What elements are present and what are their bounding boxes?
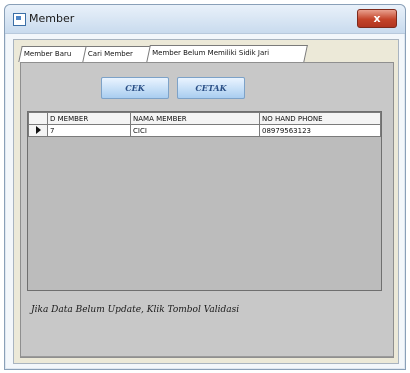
tab-label: Cari Member — [87, 50, 133, 58]
member-grid[interactable]: D MEMBER NAMA MEMBER NO HAND PHONE 7 CIC… — [27, 111, 382, 291]
column-header-no-hand-phone[interactable]: NO HAND PHONE — [259, 112, 381, 125]
window-title: Member — [29, 12, 75, 25]
cetak-button[interactable]: CETAK — [177, 77, 245, 99]
row-selector[interactable] — [28, 124, 48, 137]
table-header-row: D MEMBER NAMA MEMBER NO HAND PHONE — [28, 112, 381, 125]
cell-no-hand-phone[interactable]: 08979563123 — [259, 124, 381, 137]
tab-label: Member Belum Memiliki Sidik Jari — [152, 49, 270, 57]
cell-nama-member[interactable]: CICI — [130, 124, 260, 137]
member-window: Member x Member Baru Cari Member Member … — [4, 4, 406, 370]
row-header-corner — [28, 112, 48, 125]
tab-panel: CEK CETAK D MEMBER NAMA MEMBER NO HAND P… — [20, 62, 394, 358]
divider — [21, 356, 393, 357]
cek-button[interactable]: CEK — [101, 77, 169, 99]
close-button[interactable]: x — [357, 9, 397, 28]
client-area: Member Baru Cari Member Member Belum Mem… — [13, 39, 399, 364]
title-bar[interactable]: Member x — [5, 5, 405, 34]
tab-member-baru[interactable]: Member Baru — [18, 46, 88, 62]
tab-cari-member[interactable]: Cari Member — [82, 46, 152, 62]
column-header-id-member[interactable]: D MEMBER — [47, 112, 131, 125]
tab-label: Member Baru — [23, 50, 72, 58]
form-icon — [13, 13, 26, 26]
table-row[interactable]: 7 CICI 08979563123 — [28, 124, 381, 137]
current-row-arrow-icon — [35, 125, 41, 134]
validation-note: Jika Data Belum Update, Klik Tombol Vali… — [31, 305, 240, 315]
tab-member-belum-sidik-jari[interactable]: Member Belum Memiliki Sidik Jari — [146, 45, 308, 63]
cell-id-member[interactable]: 7 — [47, 124, 131, 137]
column-header-nama-member[interactable]: NAMA MEMBER — [130, 112, 260, 125]
member-table: D MEMBER NAMA MEMBER NO HAND PHONE 7 CIC… — [28, 112, 381, 137]
